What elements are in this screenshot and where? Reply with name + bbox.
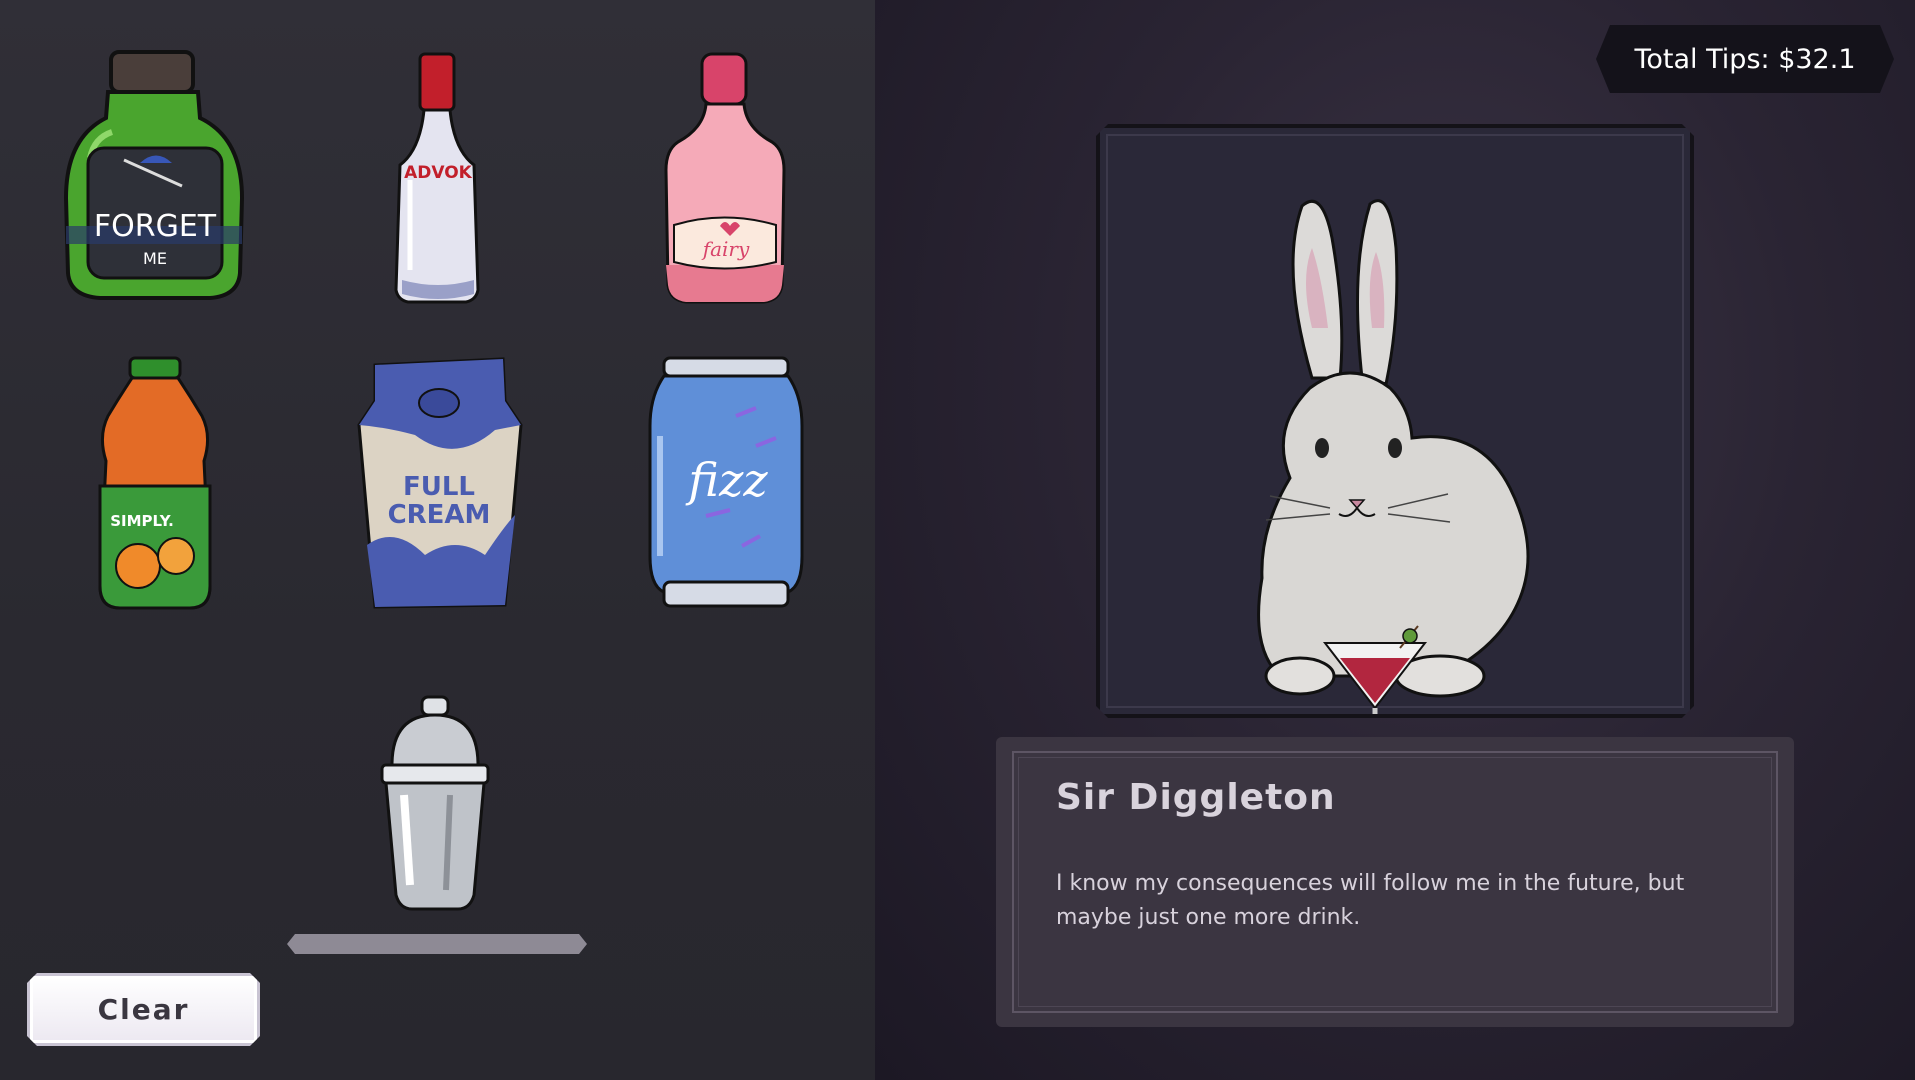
simply-bottle-icon: SIMPLY. bbox=[98, 356, 212, 610]
forget-me-bottle[interactable]: FORGET ME bbox=[60, 48, 250, 308]
advok-bottle-icon: ADVOK bbox=[394, 52, 480, 304]
tips-value: $32.1 bbox=[1778, 43, 1856, 75]
total-tips-badge: Total Tips: $32.1 bbox=[1596, 25, 1894, 93]
full-cream-sublabel: CREAM bbox=[388, 500, 491, 530]
rabbit-customer-icon bbox=[1100, 128, 1690, 714]
cocktail-shaker[interactable] bbox=[370, 695, 500, 921]
customer-portrait-frame bbox=[1096, 124, 1694, 718]
forget-me-label: FORGET bbox=[94, 209, 217, 244]
shaker-progress-bar bbox=[287, 934, 587, 954]
speaker-name: Sir Diggleton bbox=[1056, 777, 1336, 818]
advok-label: ADVOK bbox=[404, 163, 473, 183]
fizz-label: fizz bbox=[685, 453, 768, 507]
shaker-icon bbox=[380, 695, 490, 911]
fairy-bottle-icon: fairy bbox=[664, 52, 786, 304]
full-cream-carton-icon: FULL CREAM bbox=[357, 357, 523, 609]
simply-label: SIMPLY. bbox=[110, 512, 174, 530]
full-cream-carton[interactable]: FULL CREAM bbox=[355, 355, 525, 611]
clear-button[interactable]: Clear bbox=[27, 973, 260, 1046]
forget-me-bottle-icon: FORGET ME bbox=[63, 50, 245, 300]
fizz-can-icon: fizz bbox=[648, 356, 804, 608]
simply-bottle[interactable]: SIMPLY. bbox=[90, 356, 220, 614]
dialogue-text: I know my consequences will follow me in… bbox=[1056, 871, 1685, 930]
fairy-label: fairy bbox=[701, 237, 750, 261]
dialogue-box: Sir Diggleton I know my consequences wil… bbox=[996, 737, 1794, 1027]
forget-me-sublabel: ME bbox=[143, 249, 167, 268]
advok-bottle[interactable]: ADVOK bbox=[388, 50, 498, 308]
fizz-can[interactable]: fizz bbox=[646, 356, 806, 610]
fairy-bottle[interactable]: fairy bbox=[660, 50, 790, 308]
tips-label: Total Tips: bbox=[1634, 43, 1770, 75]
full-cream-label: FULL bbox=[403, 472, 475, 502]
